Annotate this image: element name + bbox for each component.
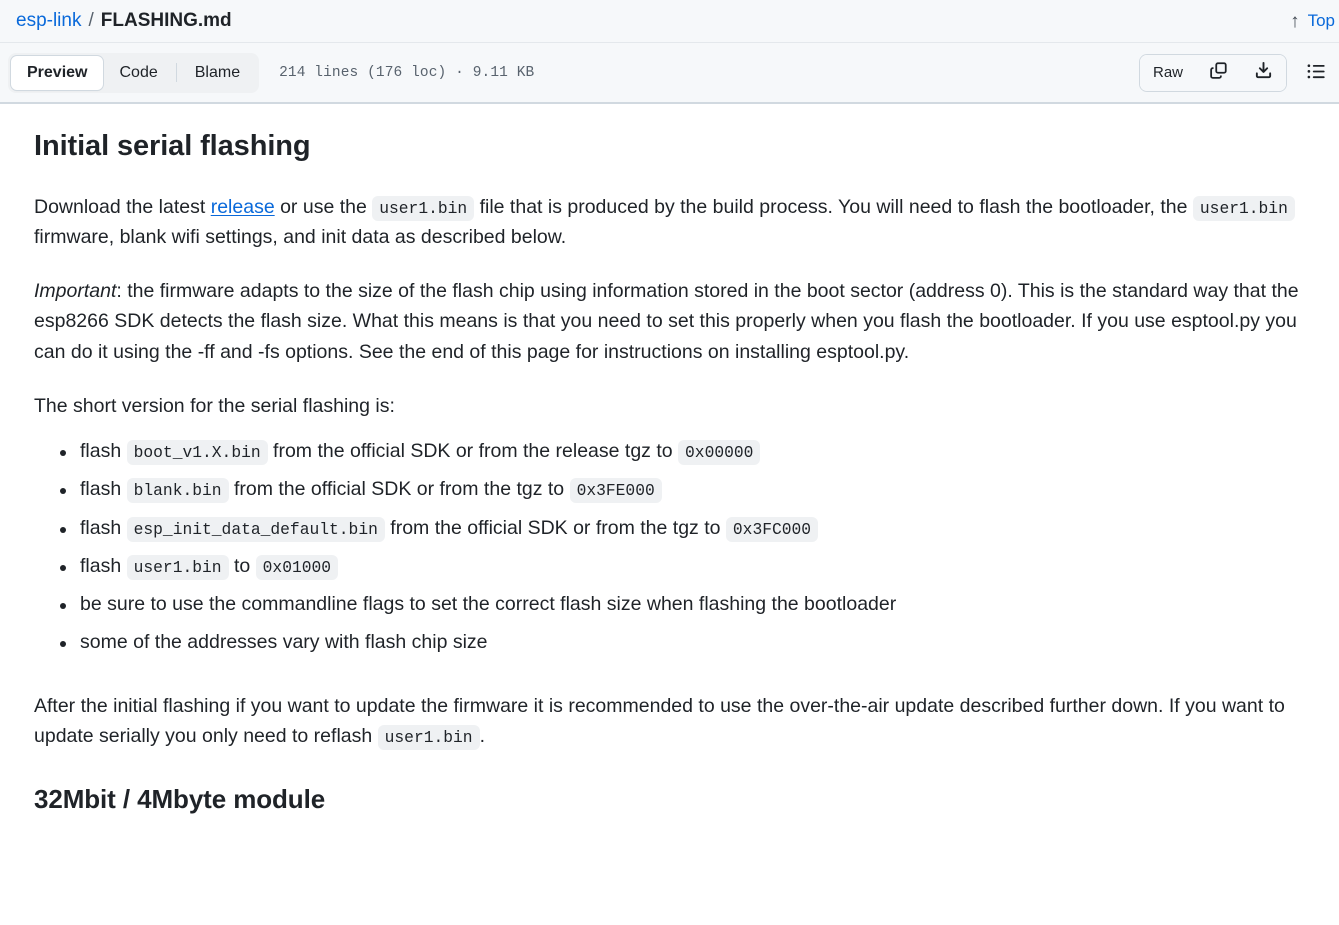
important-emphasis: Important — [34, 280, 117, 303]
arrow-up-icon: ↑ — [1290, 10, 1300, 32]
copy-icon — [1209, 61, 1228, 84]
list-item-code-2: 0x3FC000 — [725, 516, 819, 542]
paragraph-short-version: The short version for the serial flashin… — [34, 394, 395, 417]
flash-steps-list: flash boot_v1.X.bin from the official SD… — [34, 437, 1305, 658]
list-item-text-a: flash — [80, 440, 127, 462]
paragraph-after-flashing: After the initial flashing if you want t… — [34, 691, 1305, 751]
outline-list-button[interactable] — [1301, 58, 1331, 88]
p1-text-d: firmware, blank wifi settings, and init … — [34, 225, 567, 248]
code-user1-bin-1: user1.bin — [372, 195, 475, 221]
list-item: flash boot_v1.X.bin from the official SD… — [60, 437, 1305, 466]
p1-text-a: Download the latest — [34, 195, 211, 218]
download-button[interactable] — [1241, 54, 1286, 91]
list-item-text-a: flash — [80, 516, 127, 539]
list-item-code-1: esp_init_data_default.bin — [126, 516, 385, 542]
list-item-text-a: some of the addresses vary with flash ch… — [80, 631, 488, 654]
back-to-top-label: Top — [1307, 11, 1335, 30]
list-item-text-b: to — [228, 554, 256, 577]
copy-button[interactable] — [1196, 54, 1241, 91]
toolbar-actions: Raw — [1138, 53, 1331, 92]
list-item: some of the addresses vary with flash ch… — [60, 628, 1305, 657]
list-item-code-2: 0x01000 — [255, 554, 339, 580]
list-item-code-1: blank.bin — [126, 478, 229, 504]
list-item-text-a: be sure to use the commandline flags to … — [80, 593, 897, 615]
download-icon — [1254, 61, 1273, 84]
p1-text-c: file that is produced by the build proce… — [474, 195, 1193, 218]
tab-preview[interactable]: Preview — [11, 55, 104, 90]
outline-list-icon — [1306, 61, 1327, 85]
list-item-code-1: boot_v1.X.bin — [126, 440, 268, 465]
back-to-top-link[interactable]: ↑ Top — [1290, 11, 1339, 31]
paragraph-important: Important: the firmware adapts to the si… — [34, 276, 1305, 367]
list-item-code-1: user1.bin — [126, 554, 229, 580]
code-user1-bin-2: user1.bin — [1192, 195, 1295, 221]
breadcrumb: esp-link / FLASHING.md — [16, 10, 232, 32]
list-item: be sure to use the commandline flags to … — [60, 590, 1305, 619]
list-item: flash blank.bin from the official SDK or… — [60, 475, 1305, 504]
p2-text: : the firmware adapts to the size of the… — [34, 280, 1299, 363]
paragraph-download: Download the latest release or use the u… — [34, 192, 1305, 252]
list-item: flash esp_init_data_default.bin from the… — [60, 514, 1305, 543]
list-item-text-a: flash — [80, 478, 127, 501]
breadcrumb-file-name: FLASHING.md — [100, 10, 232, 31]
p1-text-b: or use the — [274, 195, 373, 218]
markdown-body: Initial serial flashing Download the lat… — [0, 104, 1339, 817]
file-toolbar: Preview Code Blame 214 lines (176 loc) ·… — [0, 42, 1339, 104]
list-item-text-b: from the official SDK or from the tgz to — [384, 516, 726, 539]
view-mode-segmented-control: Preview Code Blame — [8, 52, 260, 93]
tab-blame[interactable]: Blame — [179, 56, 256, 90]
p4-text-a: After the initial flashing if you want t… — [34, 694, 1285, 747]
heading-32mbit-module: 32Mbit / 4Mbyte module — [34, 783, 326, 814]
list-item-code-2: 0x00000 — [678, 440, 761, 465]
segment-divider — [175, 63, 177, 82]
breadcrumb-separator: / — [88, 10, 94, 31]
p4-text-b: . — [479, 724, 485, 747]
breadcrumb-bar: esp-link / FLASHING.md ↑ Top — [0, 0, 1339, 42]
release-link[interactable]: release — [211, 196, 275, 218]
list-item: flash user1.bin to 0x01000 — [60, 552, 1305, 581]
raw-button[interactable]: Raw — [1139, 54, 1196, 91]
list-item-text-a: flash — [80, 554, 127, 577]
list-item-code-2: 0x3FE000 — [569, 478, 662, 504]
tab-code[interactable]: Code — [103, 56, 173, 90]
breadcrumb-repo-link[interactable]: esp-link — [16, 10, 81, 32]
list-item-text-b: from the official SDK or from the releas… — [267, 440, 679, 462]
raw-copy-download-button-group: Raw — [1138, 53, 1287, 92]
file-stats: 214 lines (176 loc) · 9.11 KB — [279, 64, 535, 81]
heading-initial-serial-flashing: Initial serial flashing — [34, 130, 311, 162]
code-user1-bin-3: user1.bin — [377, 724, 480, 750]
list-item-text-b: from the official SDK or from the tgz to — [228, 478, 570, 501]
